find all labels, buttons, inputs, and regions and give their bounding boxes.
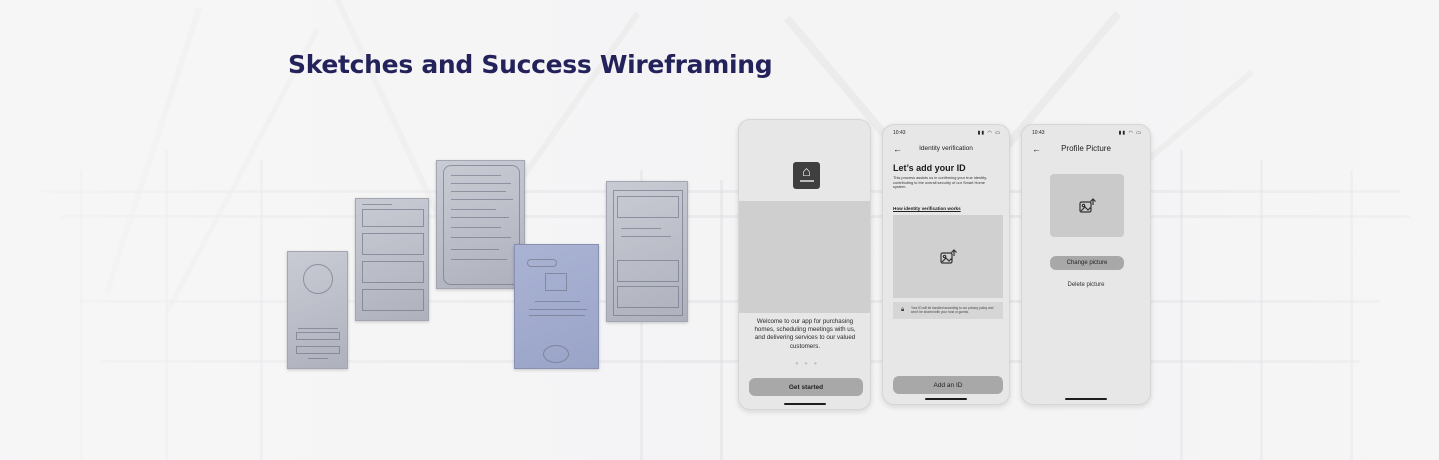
status-icons: ▮▮ ◠ ▭ — [1118, 130, 1142, 136]
status-time: 10:43 — [1032, 130, 1045, 136]
hero-image-placeholder — [739, 201, 870, 313]
screen-description: This process assists us in confirming yo… — [893, 175, 987, 189]
status-bar: 10:43 ▮▮ ◠ ▭ — [1032, 130, 1142, 138]
delete-picture-link[interactable]: Delete picture — [1022, 282, 1150, 288]
profile-phone: 10:43 ▮▮ ◠ ▭ ← Profile Picture Change pi… — [1021, 124, 1151, 405]
home-indicator — [1065, 398, 1107, 400]
onboarding-phone: ⌂ Welcome to our app for purchasing home… — [738, 119, 871, 410]
header-title: Identity verification — [919, 145, 973, 152]
sketch-listing — [355, 198, 429, 321]
how-verification-works-link[interactable]: How identity verification works — [893, 206, 961, 211]
sketch-login — [287, 251, 348, 369]
add-id-button[interactable]: Add an ID — [893, 376, 1003, 394]
status-time: 10:43 — [893, 130, 906, 136]
page-indicator[interactable]: ● ● ● — [795, 361, 819, 367]
privacy-note: 🔒︎ Your ID will be handled according to … — [893, 302, 1003, 319]
sketch-details — [606, 181, 688, 322]
header-title: Profile Picture — [1061, 144, 1111, 153]
home-logo-icon: ⌂ — [793, 162, 820, 189]
welcome-text: Welcome to our app for purchasing homes,… — [754, 318, 856, 350]
page-title: Sketches and Success Wireframing — [288, 50, 773, 79]
screen-heading: Let’s add your ID — [893, 163, 966, 173]
get-started-button[interactable]: Get started — [749, 378, 863, 396]
identity-phone: 10:43 ▮▮ ◠ ▭ ← Identity verification Let… — [882, 124, 1010, 405]
sketch-id-upload — [514, 244, 599, 369]
image-upload-icon — [939, 248, 957, 266]
home-indicator — [783, 403, 826, 405]
id-upload-area[interactable] — [893, 215, 1003, 298]
status-bar: 10:43 ▮▮ ◠ ▭ — [893, 130, 1001, 138]
profile-picture-placeholder[interactable] — [1050, 174, 1124, 237]
lock-icon: 🔒︎ — [901, 307, 905, 313]
status-icons: ▮▮ ◠ ▭ — [977, 130, 1001, 136]
privacy-note-text: Your ID will be handled according to our… — [911, 306, 994, 314]
image-upload-icon — [1078, 197, 1096, 215]
change-picture-button[interactable]: Change picture — [1050, 256, 1124, 270]
home-indicator — [925, 398, 967, 400]
sketch-text-notes — [436, 160, 525, 289]
